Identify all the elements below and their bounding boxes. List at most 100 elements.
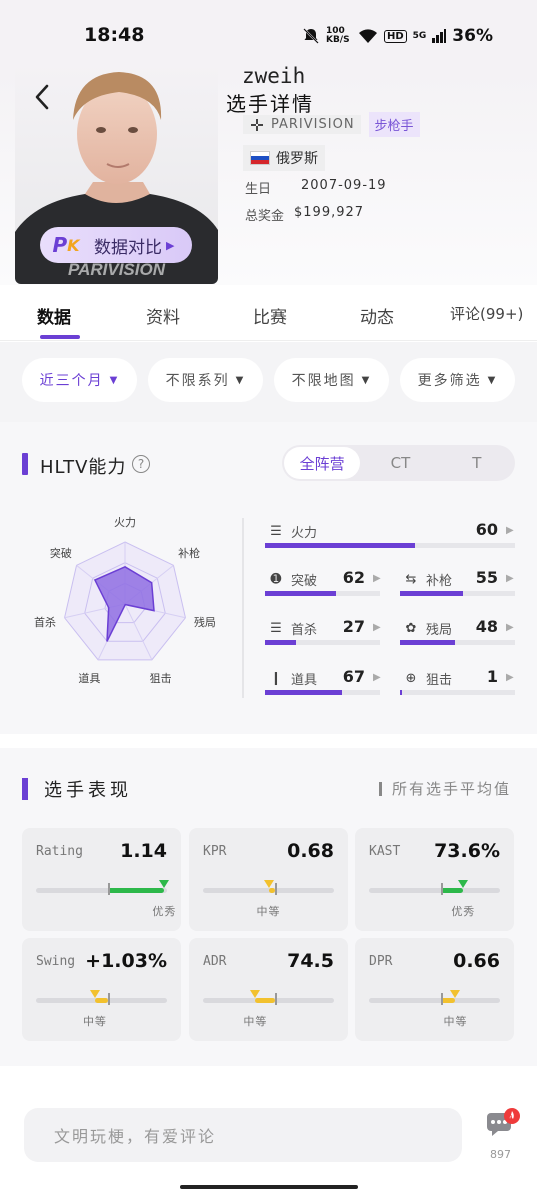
stat-label: 突破 — [291, 574, 318, 589]
perf-label: Swing — [36, 954, 76, 969]
perf-card-rating[interactable]: Rating 1.14 优秀 — [22, 828, 181, 931]
perf-track — [203, 888, 334, 893]
country-chip: 俄罗斯 — [243, 145, 325, 171]
filter-period[interactable]: 近三个月 ▼ — [22, 358, 137, 402]
help-icon[interactable]: ? — [132, 455, 150, 473]
stat-track — [265, 640, 380, 645]
tab-profile[interactable]: 资料 — [146, 303, 180, 328]
average-legend-label: 所有选手平均值 — [391, 780, 511, 798]
back-arrow-icon[interactable] — [28, 82, 58, 112]
clutching-icon: ✿ — [405, 621, 417, 636]
side-switch: 全阵营 CT T — [282, 445, 515, 481]
team-chip[interactable]: PARIVISION — [243, 115, 361, 134]
team-logo-icon — [251, 118, 263, 131]
data-compare-button[interactable]: PK 数据对比 ▶ — [40, 227, 192, 263]
birth-value: 2007-09-19 — [301, 178, 387, 193]
perf-fill — [255, 998, 276, 1003]
arrow-right-icon: ▶ — [506, 573, 514, 584]
radar-axis-label: 道具 — [78, 671, 100, 685]
arrow-right-icon: ▶ — [506, 622, 514, 633]
perf-value: 74.5 — [287, 950, 334, 972]
filter-more[interactable]: 更多筛选 ▼ — [400, 358, 515, 402]
player-marker-icon — [450, 990, 461, 998]
stat-label: 补枪 — [426, 574, 453, 589]
stat-row-opening[interactable]: ☰ 首杀 — [265, 619, 317, 638]
perf-card-kpr[interactable]: KPR 0.68 中等 — [189, 828, 348, 931]
perf-grade: 优秀 — [152, 905, 177, 918]
tab-comments[interactable]: 评论(99+) — [450, 303, 523, 324]
hltv-title: HLTV能力 — [40, 457, 127, 478]
average-tick — [441, 883, 444, 895]
tab-matches[interactable]: 比赛 — [253, 303, 287, 328]
stat-row-sniping[interactable]: ⊕ 狙击 — [400, 669, 452, 688]
tab-bar: 数据 资料 比赛 动态 评论(99+) — [0, 285, 537, 341]
stat-fill — [265, 640, 297, 645]
stat-row-entrying[interactable]: ➊ 突破 — [265, 570, 317, 589]
player-marker-icon — [263, 880, 274, 888]
average-tick — [275, 993, 278, 1005]
perf-grade: 优秀 — [451, 905, 476, 918]
tab-news[interactable]: 动态 — [360, 303, 394, 328]
perf-grade: 中等 — [256, 905, 281, 918]
status-bar: 18:48 100 KB/S HD 5G 36% — [0, 0, 537, 70]
perf-track — [203, 998, 334, 1003]
section-marker — [22, 453, 28, 475]
prize-row: 总奖金 $199,927 — [245, 205, 364, 224]
tab-data[interactable]: 数据 — [37, 303, 71, 328]
filter-map-label: 不限地图 — [291, 373, 356, 389]
stat-track — [400, 591, 515, 596]
perf-card-adr[interactable]: ADR 74.5 中等 — [189, 938, 348, 1041]
status-icons: 100 KB/S HD 5G 36% — [302, 26, 493, 46]
stat-track — [400, 640, 515, 645]
filter-map[interactable]: 不限地图 ▼ — [274, 358, 389, 402]
stat-row-utility[interactable]: ❙ 道具 — [265, 669, 317, 688]
utility-icon: ❙ — [270, 671, 282, 686]
average-marker-icon — [378, 781, 382, 796]
stat-row-firepower[interactable]: ☰ 火力 — [265, 522, 317, 541]
perf-value: 0.68 — [287, 840, 334, 862]
birth-row: 生日 2007-09-19 — [245, 178, 387, 197]
perf-label: DPR — [369, 954, 393, 969]
caret-down-icon: ▼ — [361, 374, 372, 386]
perf-grade: 中等 — [243, 1015, 268, 1028]
perf-card-kast[interactable]: KAST 73.6% 优秀 — [355, 828, 514, 931]
perf-card-swing[interactable]: Swing +1.03% 中等 — [22, 938, 181, 1041]
comment-input[interactable]: 文明玩梗，有爱评论 — [24, 1108, 462, 1162]
radar-axis-label: 火力 — [114, 516, 136, 529]
caret-down-icon: ▼ — [109, 374, 120, 386]
section-marker — [22, 778, 28, 800]
average-legend: 所有选手平均值 — [378, 778, 511, 799]
stat-track — [400, 690, 515, 695]
stat-value: 55 — [475, 568, 498, 587]
perf-card-dpr[interactable]: DPR 0.66 中等 — [355, 938, 514, 1041]
signal-label: 5G — [412, 31, 427, 41]
filter-bar: 近三个月 ▼ 不限系列 ▼ 不限地图 ▼ 更多筛选 ▼ — [0, 342, 537, 422]
signal-icon — [432, 29, 447, 43]
role-badge: 步枪手 — [368, 112, 420, 137]
comment-icon[interactable] — [486, 1108, 520, 1138]
stat-value: 60 — [475, 520, 498, 539]
arrow-right-icon: ▶ — [506, 525, 514, 536]
side-ct[interactable]: CT — [362, 445, 438, 481]
hltv-radar-chart: 火力补枪残局狙击 道具 首杀 突破 — [34, 516, 216, 685]
side-t[interactable]: T — [439, 445, 515, 481]
side-all[interactable]: 全阵营 — [284, 447, 361, 479]
pk-icon: PK — [52, 233, 80, 257]
stat-fill — [265, 543, 415, 548]
arrow-right-icon: ▶ — [373, 573, 381, 584]
hd-badge: HD — [383, 29, 407, 43]
russia-flag-icon — [250, 151, 270, 165]
birth-label: 生日 — [245, 182, 272, 197]
perf-label: KPR — [203, 844, 227, 859]
stat-row-trading[interactable]: ⇆ 补枪 — [400, 570, 452, 589]
perf-track — [36, 998, 167, 1003]
team-row: PARIVISION 步枪手 — [243, 112, 420, 137]
perf-label: KAST — [369, 844, 401, 859]
firepower-icon: ☰ — [270, 524, 282, 539]
perf-fill — [441, 888, 464, 893]
stat-track — [265, 543, 515, 548]
filter-series[interactable]: 不限系列 ▼ — [148, 358, 263, 402]
opening-icon: ☰ — [270, 621, 282, 636]
average-tick — [275, 883, 278, 895]
stat-row-clutching[interactable]: ✿ 残局 — [400, 619, 452, 638]
